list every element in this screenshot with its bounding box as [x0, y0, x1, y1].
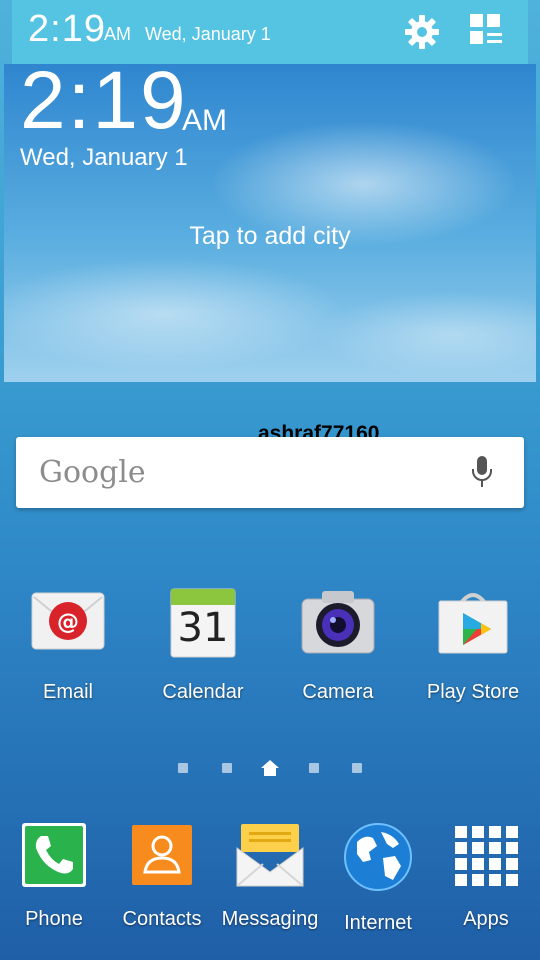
app-label-play-store: Play Store: [426, 681, 520, 703]
google-search-bar[interactable]: Google: [16, 437, 524, 508]
calendar-icon: 31: [163, 585, 243, 665]
weather-clock-widget[interactable]: 2:19 AM Wed, January 1 Tap to add city: [4, 55, 536, 382]
google-logo: Google: [39, 455, 146, 490]
apps-grid-icon: [453, 822, 519, 888]
add-city-prompt[interactable]: Tap to add city: [4, 222, 536, 251]
page-dot-4[interactable]: [309, 763, 319, 773]
app-calendar[interactable]: 31 Calendar: [138, 585, 268, 704]
play-store-icon: [433, 585, 513, 665]
contacts-icon: [129, 822, 195, 888]
status-time: 2:19: [28, 8, 106, 50]
page-dot-5[interactable]: [352, 763, 362, 773]
page-indicator: [0, 760, 540, 776]
page-dot-2[interactable]: [222, 763, 232, 773]
app-label-email: Email: [42, 681, 93, 703]
quick-panel-grid-icon[interactable]: [468, 12, 504, 48]
phone-icon: [21, 822, 87, 888]
internet-globe-icon: [343, 822, 413, 892]
widget-time: 2:19: [20, 55, 188, 146]
page-dot-1[interactable]: [178, 763, 188, 773]
settings-gear-icon[interactable]: [402, 12, 442, 52]
app-play-store[interactable]: Play Store: [408, 585, 538, 704]
microphone-icon[interactable]: [470, 455, 494, 489]
dock-label-apps: Apps: [463, 908, 509, 930]
svg-text:@: @: [57, 610, 79, 635]
app-label-camera: Camera: [302, 681, 374, 703]
status-date: Wed, January 1: [145, 24, 271, 44]
widget-date: Wed, January 1: [20, 144, 188, 171]
app-label-calendar: Calendar: [162, 681, 244, 703]
camera-icon: [298, 585, 378, 665]
dock-apps[interactable]: Apps: [421, 822, 540, 931]
calendar-day-number: 31: [177, 605, 229, 651]
status-ampm: AM: [104, 24, 131, 44]
home-icon[interactable]: [261, 760, 279, 776]
messaging-icon: [235, 822, 305, 888]
email-icon: @: [28, 585, 108, 665]
app-camera[interactable]: Camera: [273, 585, 403, 704]
widget-ampm: AM: [182, 104, 227, 137]
app-email[interactable]: @ Email: [3, 585, 133, 704]
